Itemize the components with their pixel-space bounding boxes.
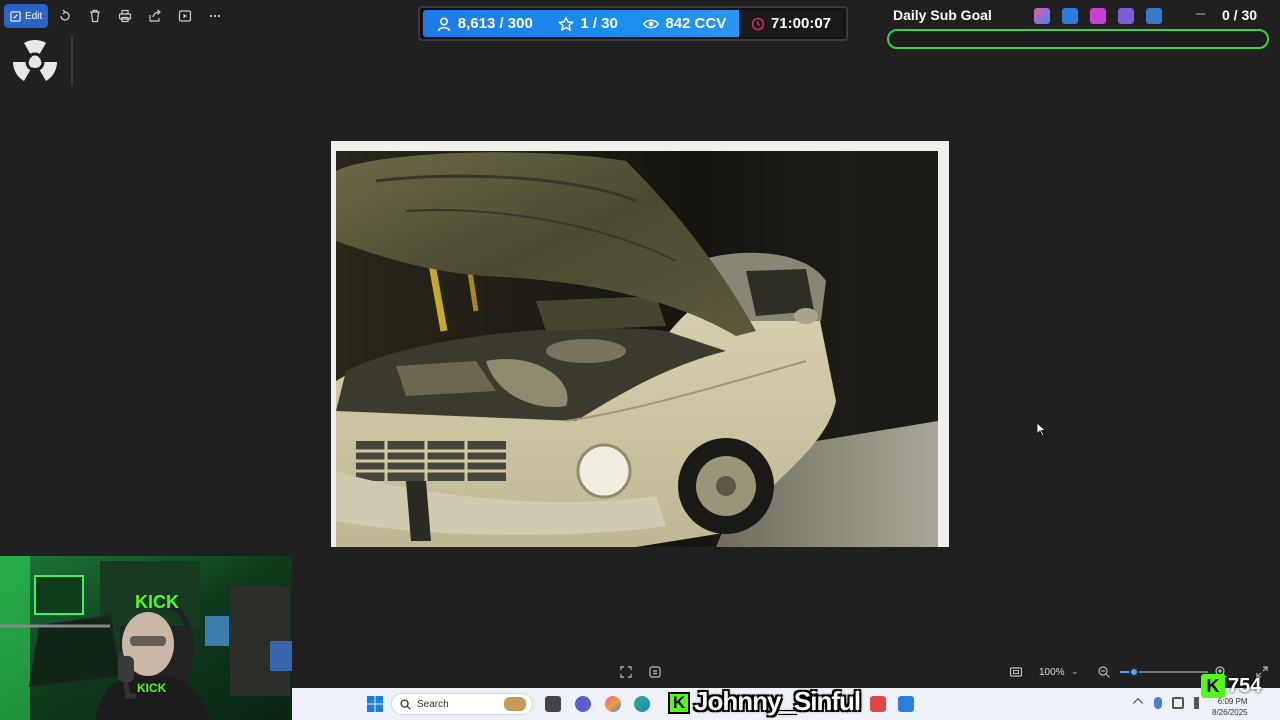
chevron-down-icon[interactable]: ⌄: [1071, 666, 1079, 677]
volume-icon[interactable]: [1194, 697, 1206, 709]
overlay-tray-icons: [1034, 8, 1162, 24]
goal-title: Daily Sub Goal: [893, 7, 992, 23]
followers-value: 8,613 / 300: [457, 15, 533, 32]
clock-time: 6:09 PM: [1217, 697, 1248, 706]
zoom-slider-thumb[interactable]: [1129, 667, 1139, 677]
clock-icon: [751, 17, 765, 30]
zoom-level[interactable]: 100%: [1039, 667, 1065, 678]
star-icon: [558, 16, 574, 31]
divider: [71, 36, 73, 86]
rotate-icon[interactable]: [52, 4, 78, 28]
search-placeholder: Search: [417, 698, 449, 710]
zoom-out-icon[interactable]: [1097, 665, 1111, 679]
streamer-username: Johnny_Sinful: [694, 686, 861, 716]
cat-icon: [504, 697, 526, 711]
network-icon[interactable]: [1172, 697, 1184, 709]
viewers-stat: 842 CCV: [643, 15, 726, 32]
onedrive-icon[interactable]: [1146, 8, 1162, 24]
kick-icon: K: [1201, 674, 1225, 698]
goal-count: 0 / 30: [1222, 7, 1258, 23]
car-engine-photo: [336, 151, 938, 547]
share-icon[interactable]: [142, 4, 168, 28]
kick-sign: KICK: [135, 592, 179, 612]
system-tray: [1132, 697, 1206, 709]
edge-icon[interactable]: [634, 696, 650, 712]
delete-icon[interactable]: [82, 4, 108, 28]
stream-stats-bar: 8,613 / 300 1 / 30 842 CCV 71:00:07: [418, 6, 848, 41]
viewer-count-value: 754: [1228, 674, 1262, 697]
windows-start-icon[interactable]: [367, 696, 383, 712]
chevron-up-icon[interactable]: [1132, 697, 1144, 709]
teams-icon[interactable]: [1118, 8, 1134, 24]
webcam-feed: KICK KICK: [0, 556, 292, 720]
taskbar-clock[interactable]: 6:09 PM 8/26/2025: [1212, 696, 1248, 718]
azure-icon[interactable]: [1062, 8, 1078, 24]
radiation-icon: [4, 32, 68, 90]
app-icon[interactable]: [1090, 8, 1106, 24]
eye-icon: [643, 19, 660, 28]
teams-chat-icon[interactable]: [575, 696, 591, 712]
edit-button[interactable]: Edit: [4, 4, 49, 28]
microphone-icon[interactable]: [1154, 697, 1162, 709]
fit-icon[interactable]: [619, 665, 633, 679]
photo-frame: [331, 141, 949, 547]
print-icon[interactable]: [112, 4, 138, 28]
info-icon[interactable]: [648, 665, 662, 679]
kick-shirt-text: KICK: [137, 681, 167, 695]
goal-progress-bar: [887, 29, 1269, 49]
uptime-stat: 71:00:07: [739, 10, 843, 37]
minimize-icon[interactable]: ─: [1196, 6, 1205, 21]
task-view-icon[interactable]: [545, 696, 561, 712]
clock-date: 8/26/2025: [1212, 708, 1248, 717]
actual-size-icon[interactable]: [1009, 665, 1023, 679]
app-badge-icon[interactable]: [870, 696, 886, 712]
person-icon: [437, 16, 451, 31]
uptime-value: 71:00:07: [770, 15, 832, 32]
photos-taskbar-icon[interactable]: [898, 696, 914, 712]
search-icon: [400, 698, 411, 710]
stats-group: 8,613 / 300 1 / 30 842 CCV: [423, 10, 739, 37]
copilot-taskbar-icon[interactable]: [605, 696, 621, 712]
slideshow-icon[interactable]: [172, 4, 198, 28]
mouse-cursor-icon: [1037, 423, 1047, 437]
stars-stat: 1 / 30: [558, 15, 618, 32]
kick-logo-icon: K: [668, 692, 690, 714]
taskbar-search[interactable]: Search: [391, 693, 533, 715]
stars-value: 1 / 30: [580, 15, 618, 32]
edit-icon: [10, 10, 21, 22]
more-icon[interactable]: [202, 4, 228, 28]
kick-viewer-count: K 754: [1201, 674, 1261, 698]
edit-label: Edit: [25, 10, 43, 22]
viewers-value: 842 CCV: [665, 15, 727, 32]
followers-stat: 8,613 / 300: [436, 15, 533, 32]
copilot-icon[interactable]: [1034, 8, 1050, 24]
photos-toolbar: Edit: [0, 0, 228, 32]
